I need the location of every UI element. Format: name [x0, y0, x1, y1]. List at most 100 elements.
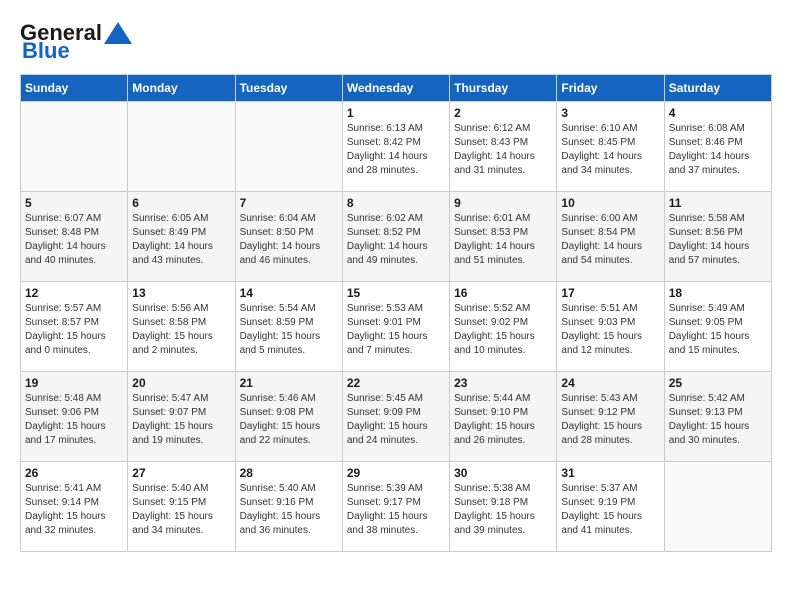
day-info: Sunrise: 6:05 AMSunset: 8:49 PMDaylight:…: [132, 212, 230, 268]
day-number: 14: [240, 286, 338, 300]
calendar-day-cell: [664, 462, 771, 552]
day-number: 15: [347, 286, 445, 300]
day-number: 5: [25, 196, 123, 210]
calendar-day-cell: 12 Sunrise: 5:57 AMSunset: 8:57 PMDayligh…: [21, 282, 128, 372]
logo-arrow-icon: [104, 22, 132, 44]
day-number: 20: [132, 376, 230, 390]
day-info: Sunrise: 6:02 AMSunset: 8:52 PMDaylight:…: [347, 212, 445, 268]
calendar-day-cell: 27Sunrise: 5:40 AMSunset: 9:15 PMDayligh…: [128, 462, 235, 552]
calendar-day-cell: 4 Sunrise: 6:08 AMSunset: 8:46 PMDaylight…: [664, 102, 771, 192]
day-info: Sunrise: 5:43 AMSunset: 9:12 PMDaylight:…: [561, 392, 659, 448]
weekday-header-tuesday: Tuesday: [235, 75, 342, 102]
calendar-day-cell: 16Sunrise: 5:52 AMSunset: 9:02 PMDayligh…: [450, 282, 557, 372]
day-number: 25: [669, 376, 767, 390]
calendar-day-cell: 18 Sunrise: 5:49 AMSunset: 9:05 PMDayligh…: [664, 282, 771, 372]
day-number: 24: [561, 376, 659, 390]
day-info: Sunrise: 5:45 AMSunset: 9:09 PMDaylight:…: [347, 392, 445, 448]
calendar-day-cell: 30 Sunrise: 5:38 AMSunset: 9:18 PMDayligh…: [450, 462, 557, 552]
day-info: Sunrise: 5:49 AMSunset: 9:05 PMDaylight:…: [669, 302, 767, 358]
day-number: 9: [454, 196, 552, 210]
calendar-day-cell: 15 Sunrise: 5:53 AMSunset: 9:01 PMDayligh…: [342, 282, 449, 372]
day-info: Sunrise: 5:46 AMSunset: 9:08 PMDaylight:…: [240, 392, 338, 448]
calendar-week-row: 19 Sunrise: 5:48 AMSunset: 9:06 PMDayligh…: [21, 372, 772, 462]
day-number: 17: [561, 286, 659, 300]
calendar-week-row: 12 Sunrise: 5:57 AMSunset: 8:57 PMDayligh…: [21, 282, 772, 372]
day-info: Sunrise: 5:47 AMSunset: 9:07 PMDaylight:…: [132, 392, 230, 448]
calendar-day-cell: 24 Sunrise: 5:43 AMSunset: 9:12 PMDayligh…: [557, 372, 664, 462]
weekday-header-saturday: Saturday: [664, 75, 771, 102]
calendar-day-cell: 17 Sunrise: 5:51 AMSunset: 9:03 PMDayligh…: [557, 282, 664, 372]
day-number: 18: [669, 286, 767, 300]
day-number: 31: [561, 466, 659, 480]
weekday-header-wednesday: Wednesday: [342, 75, 449, 102]
day-number: 11: [669, 196, 767, 210]
calendar-day-cell: 23Sunrise: 5:44 AMSunset: 9:10 PMDayligh…: [450, 372, 557, 462]
calendar-day-cell: 1Sunrise: 6:13 AMSunset: 8:42 PMDaylight…: [342, 102, 449, 192]
day-number: 30: [454, 466, 552, 480]
day-info: Sunrise: 5:53 AMSunset: 9:01 PMDaylight:…: [347, 302, 445, 358]
weekday-header-monday: Monday: [128, 75, 235, 102]
day-info: Sunrise: 5:51 AMSunset: 9:03 PMDaylight:…: [561, 302, 659, 358]
calendar-day-cell: 14Sunrise: 5:54 AMSunset: 8:59 PMDayligh…: [235, 282, 342, 372]
calendar-day-cell: [235, 102, 342, 192]
day-info: Sunrise: 5:38 AMSunset: 9:18 PMDaylight:…: [454, 482, 552, 538]
day-number: 29: [347, 466, 445, 480]
page-header: General Blue: [20, 20, 772, 64]
day-number: 10: [561, 196, 659, 210]
calendar-day-cell: 25Sunrise: 5:42 AMSunset: 9:13 PMDayligh…: [664, 372, 771, 462]
calendar-day-cell: 26 Sunrise: 5:41 AMSunset: 9:14 PMDayligh…: [21, 462, 128, 552]
day-number: 3: [561, 106, 659, 120]
day-number: 6: [132, 196, 230, 210]
calendar-day-cell: 7Sunrise: 6:04 AMSunset: 8:50 PMDaylight…: [235, 192, 342, 282]
calendar-day-cell: 19 Sunrise: 5:48 AMSunset: 9:06 PMDayligh…: [21, 372, 128, 462]
calendar-week-row: 1Sunrise: 6:13 AMSunset: 8:42 PMDaylight…: [21, 102, 772, 192]
calendar-day-cell: 8Sunrise: 6:02 AMSunset: 8:52 PMDaylight…: [342, 192, 449, 282]
calendar-day-cell: 29 Sunrise: 5:39 AMSunset: 9:17 PMDayligh…: [342, 462, 449, 552]
day-info: Sunrise: 6:00 AMSunset: 8:54 PMDaylight:…: [561, 212, 659, 268]
calendar-day-cell: 5 Sunrise: 6:07 AMSunset: 8:48 PMDaylight…: [21, 192, 128, 282]
calendar-day-cell: 2 Sunrise: 6:12 AMSunset: 8:43 PMDaylight…: [450, 102, 557, 192]
day-info: Sunrise: 5:40 AMSunset: 9:15 PMDaylight:…: [132, 482, 230, 538]
calendar-day-cell: 20 Sunrise: 5:47 AMSunset: 9:07 PMDayligh…: [128, 372, 235, 462]
calendar-day-cell: 13Sunrise: 5:56 AMSunset: 8:58 PMDayligh…: [128, 282, 235, 372]
day-info: Sunrise: 5:57 AMSunset: 8:57 PMDaylight:…: [25, 302, 123, 358]
calendar-day-cell: 9 Sunrise: 6:01 AMSunset: 8:53 PMDaylight…: [450, 192, 557, 282]
calendar-day-cell: 21 Sunrise: 5:46 AMSunset: 9:08 PMDayligh…: [235, 372, 342, 462]
day-info: Sunrise: 6:12 AMSunset: 8:43 PMDaylight:…: [454, 122, 552, 178]
day-info: Sunrise: 6:01 AMSunset: 8:53 PMDaylight:…: [454, 212, 552, 268]
weekday-header-sunday: Sunday: [21, 75, 128, 102]
day-number: 1: [347, 106, 445, 120]
day-info: Sunrise: 6:04 AMSunset: 8:50 PMDaylight:…: [240, 212, 338, 268]
day-info: Sunrise: 5:58 AMSunset: 8:56 PMDaylight:…: [669, 212, 767, 268]
day-info: Sunrise: 5:48 AMSunset: 9:06 PMDaylight:…: [25, 392, 123, 448]
day-info: Sunrise: 5:39 AMSunset: 9:17 PMDaylight:…: [347, 482, 445, 538]
day-number: 23: [454, 376, 552, 390]
calendar-day-cell: 10 Sunrise: 6:00 AMSunset: 8:54 PMDayligh…: [557, 192, 664, 282]
day-number: 2: [454, 106, 552, 120]
calendar-day-cell: 3 Sunrise: 6:10 AMSunset: 8:45 PMDaylight…: [557, 102, 664, 192]
calendar-day-cell: [21, 102, 128, 192]
day-number: 12: [25, 286, 123, 300]
day-info: Sunrise: 6:08 AMSunset: 8:46 PMDaylight:…: [669, 122, 767, 178]
day-number: 22: [347, 376, 445, 390]
day-number: 13: [132, 286, 230, 300]
day-info: Sunrise: 5:40 AMSunset: 9:16 PMDaylight:…: [240, 482, 338, 538]
calendar-week-row: 26 Sunrise: 5:41 AMSunset: 9:14 PMDayligh…: [21, 462, 772, 552]
day-number: 4: [669, 106, 767, 120]
day-info: Sunrise: 6:07 AMSunset: 8:48 PMDaylight:…: [25, 212, 123, 268]
calendar-day-cell: 28 Sunrise: 5:40 AMSunset: 9:16 PMDayligh…: [235, 462, 342, 552]
day-number: 21: [240, 376, 338, 390]
calendar-table: SundayMondayTuesdayWednesdayThursdayFrid…: [20, 74, 772, 552]
day-number: 19: [25, 376, 123, 390]
logo-blue: Blue: [22, 38, 70, 64]
calendar-day-cell: [128, 102, 235, 192]
logo: General Blue: [20, 20, 132, 64]
day-info: Sunrise: 5:37 AMSunset: 9:19 PMDaylight:…: [561, 482, 659, 538]
day-info: Sunrise: 6:10 AMSunset: 8:45 PMDaylight:…: [561, 122, 659, 178]
calendar-day-cell: 6 Sunrise: 6:05 AMSunset: 8:49 PMDaylight…: [128, 192, 235, 282]
day-number: 26: [25, 466, 123, 480]
weekday-header-friday: Friday: [557, 75, 664, 102]
calendar-day-cell: 11 Sunrise: 5:58 AMSunset: 8:56 PMDayligh…: [664, 192, 771, 282]
day-number: 28: [240, 466, 338, 480]
day-info: Sunrise: 5:41 AMSunset: 9:14 PMDaylight:…: [25, 482, 123, 538]
